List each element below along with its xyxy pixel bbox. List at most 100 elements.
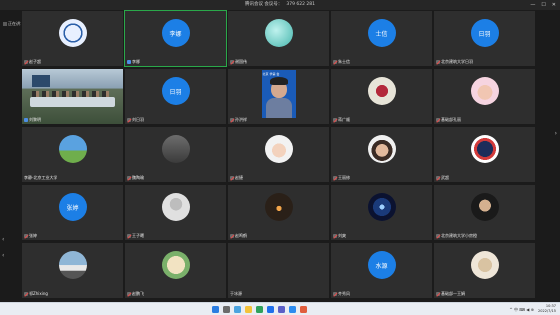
participant-label: 于冰源 [230, 291, 242, 297]
system-tray[interactable]: ^ 中 ⌨ ◀ ⊕ [509, 307, 534, 313]
participant-tile[interactable]: 祁Zhixing [21, 242, 124, 299]
sunset-avatar [264, 193, 293, 221]
edge-icon[interactable] [267, 306, 274, 313]
participant-tile[interactable]: 张婷 张婷 [21, 184, 124, 241]
participant-label: 北京建筑大学日羽 [436, 59, 473, 65]
participant-tile[interactable]: 北京建筑大学小房橙 [433, 184, 536, 241]
participant-tile[interactable]: 李娜 李娜 [124, 10, 227, 67]
room-screen [32, 75, 50, 87]
mic-muted-icon [436, 118, 440, 122]
clock[interactable]: 10:37 2022/7/15 [538, 304, 556, 314]
avatar: 日羽 [161, 77, 190, 105]
badge-avatar [470, 135, 499, 163]
mic-icon [24, 118, 28, 122]
participant-name: 基础部—王娟 [441, 291, 465, 296]
portrait-avatar [470, 193, 499, 221]
mic-muted-icon [436, 292, 440, 296]
browser-icon[interactable] [256, 306, 263, 313]
participant-tile[interactable]: 谢国伟 [227, 10, 330, 67]
participant-tile[interactable]: 王子曦 [124, 184, 227, 241]
participant-tile[interactable]: 魏陶瑜 [124, 126, 227, 183]
participant-label: 武超 [436, 175, 449, 181]
participant-label: 赵鸣鹤 [230, 233, 247, 239]
video-feed: 北京 学第 会 [261, 70, 296, 118]
mic-muted-icon [127, 118, 131, 122]
participant-tile[interactable]: 基础部孔丽 [433, 68, 536, 125]
avatar: 水源 [367, 251, 396, 279]
participant-tile[interactable]: 日羽 北京建筑大学日羽 [433, 10, 536, 67]
window-controls: — ☐ ✕ [530, 1, 556, 9]
mic-muted-icon [24, 234, 28, 238]
participant-tile[interactable]: 水源齐秀风 [330, 242, 433, 299]
participant-tile[interactable]: 赵鹏飞 [124, 242, 227, 299]
app-icon[interactable] [300, 306, 307, 313]
speaker-body [265, 98, 292, 118]
default-user-avatar [161, 193, 190, 221]
dolphin-avatar [264, 19, 293, 47]
participant-label: 刘爽 [333, 233, 346, 239]
participant-label: 李娜 [127, 59, 140, 65]
meeting-id[interactable]: 379 622 281 [286, 2, 315, 7]
participant-label: 赵捷 [230, 175, 243, 181]
participant-tile[interactable]: 北京 学第 会孙洪祥 [227, 68, 330, 125]
mic-muted-icon [127, 292, 131, 296]
person-room-avatar [161, 135, 190, 163]
app-title: 腾讯会议 会议号： [244, 2, 283, 7]
galaxy-avatar [367, 193, 396, 221]
illustration-avatar [161, 251, 190, 279]
train-avatar [58, 251, 87, 279]
close-button[interactable]: ✕ [552, 1, 556, 9]
participant-tile[interactable]: 日羽 刘日羽 [124, 68, 227, 125]
participant-tile[interactable]: 蒋广顺 [330, 68, 433, 125]
participant-label: 齐秀风 [333, 291, 350, 297]
participant-tile[interactable]: 刘爽 [330, 184, 433, 241]
speaker-hair [269, 77, 288, 85]
participant-name: 赵鹏飞 [132, 291, 144, 296]
participant-label: 谢国伟 [230, 59, 247, 65]
participant-name: 朱士信 [338, 59, 350, 64]
participant-label: 李静-北京工业大学 [24, 175, 57, 181]
participant-label: 基础部—王娟 [436, 291, 465, 297]
task-view-icon[interactable] [234, 306, 241, 313]
participant-tile[interactable]: 赵子超 [21, 10, 124, 67]
participant-tile[interactable]: 士信朱士信 [330, 10, 433, 67]
minimize-button[interactable]: — [530, 1, 535, 9]
prev-page-arrow[interactable]: ‹ [2, 236, 4, 244]
avatar: 士信 [367, 19, 396, 47]
participant-label: 赵鹏飞 [127, 291, 144, 297]
avatar: 李娜 [161, 19, 190, 47]
participant-label: 基础部孔丽 [436, 117, 461, 123]
participant-name: 魏陶瑜 [132, 175, 144, 180]
participant-tile[interactable]: 刘黎明 [21, 68, 124, 125]
mic-icon [127, 60, 131, 64]
participant-tile[interactable]: 于冰源 [227, 242, 330, 299]
search-icon[interactable] [223, 306, 230, 313]
mic-muted-icon [24, 292, 28, 296]
video-feed [22, 69, 123, 124]
conference-table [30, 97, 115, 107]
windows-start-icon[interactable] [212, 306, 219, 313]
next-page-arrow[interactable]: › [555, 130, 557, 138]
participant-tile[interactable]: 基础部—王娟 [433, 242, 536, 299]
participant-tile[interactable]: 赵捷 [227, 126, 330, 183]
mic-muted-icon [333, 234, 337, 238]
participant-label: 蒋广顺 [333, 117, 350, 123]
prev-page-arrow-secondary[interactable]: ‹ [2, 252, 4, 260]
maximize-button[interactable]: ☐ [541, 1, 545, 9]
participant-name: 于冰源 [230, 291, 242, 296]
meeting-window: 腾讯会议 会议号：379 622 281 — ☐ ✕ 正在讲： 正在讲话：李娜 … [0, 0, 560, 315]
participant-tile[interactable]: 武超 [433, 126, 536, 183]
participant-tile[interactable]: 王丽修 [330, 126, 433, 183]
store-icon[interactable] [278, 306, 285, 313]
taskbar-app-icons [212, 306, 307, 313]
participant-label: 朱士信 [333, 59, 350, 65]
participant-name: 孙洪祥 [235, 117, 247, 122]
participant-label: 张婷 [24, 233, 37, 239]
windows-taskbar: ^ 中 ⌨ ◀ ⊕ 10:37 2022/7/15 [0, 302, 560, 315]
tencent-meeting-icon[interactable] [289, 306, 296, 313]
mic-muted-icon [436, 176, 440, 180]
participant-tile[interactable]: 赵鸣鹤 [227, 184, 330, 241]
file-explorer-icon[interactable] [245, 306, 252, 313]
participant-name: 赵鸣鹤 [235, 233, 247, 238]
participant-tile[interactable]: 李静-北京工业大学 [21, 126, 124, 183]
